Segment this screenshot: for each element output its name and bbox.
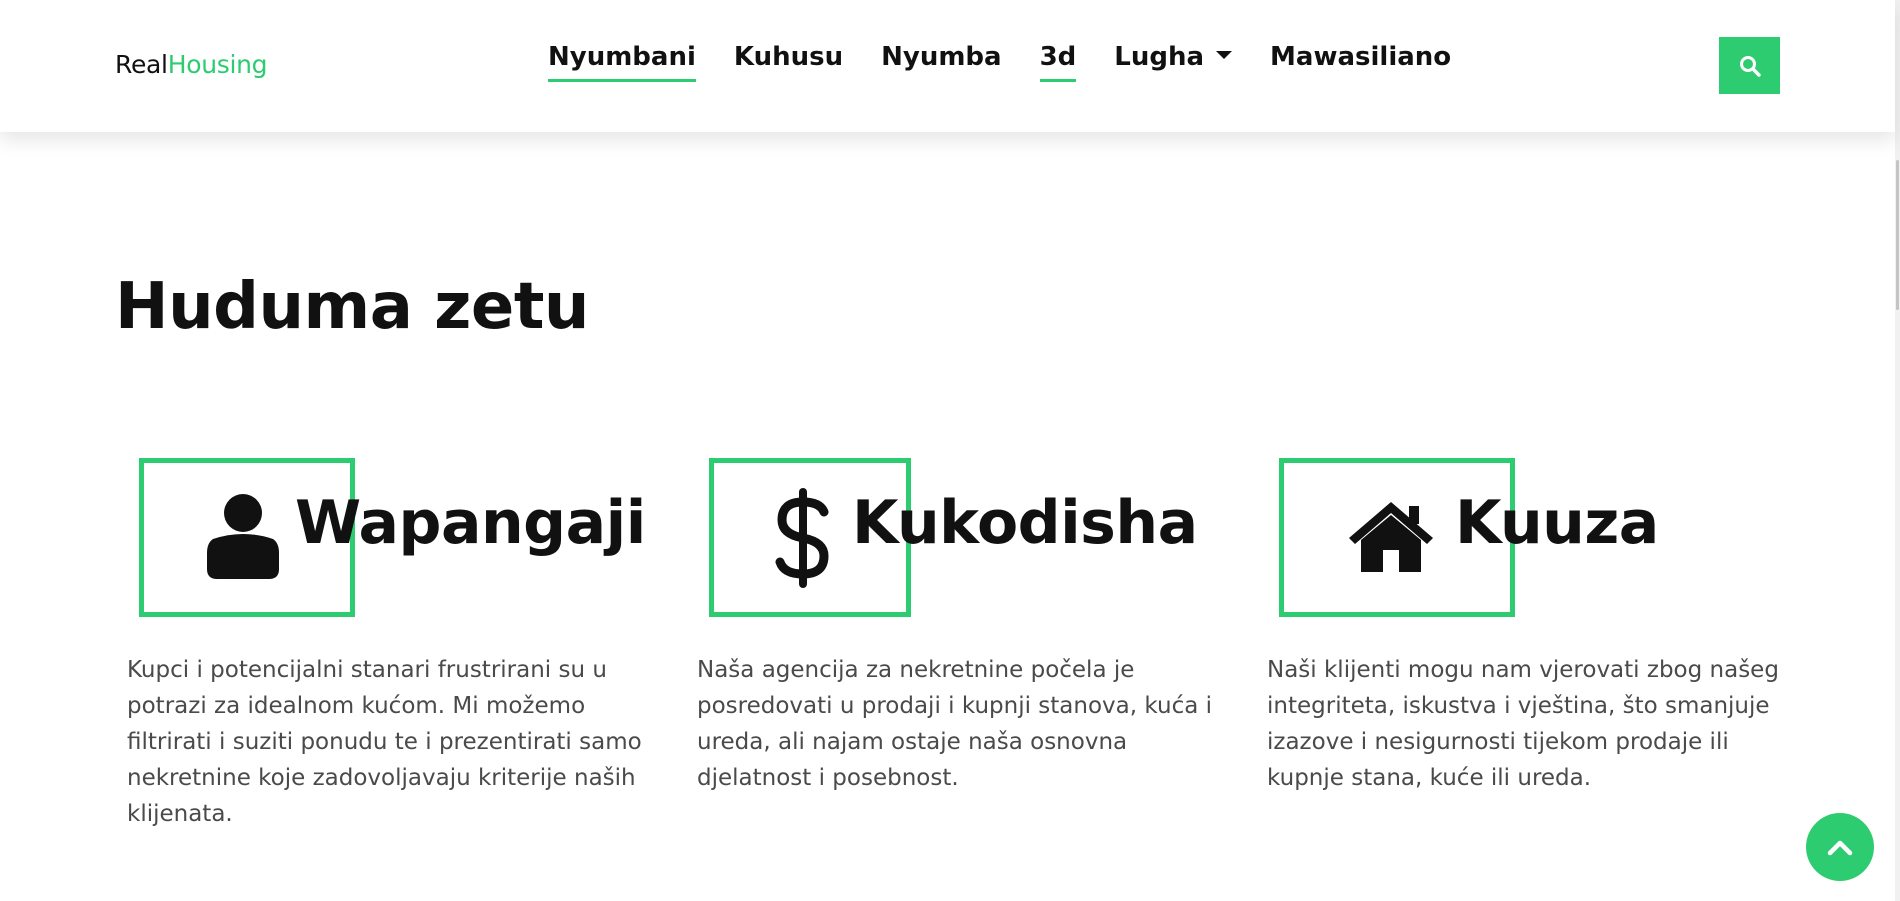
brand-name-part2: Housing	[167, 50, 268, 79]
back-to-top-button[interactable]	[1806, 813, 1874, 881]
scrollbar-track[interactable]	[1895, 0, 1900, 901]
service-title: Kuuza	[1455, 488, 1659, 558]
service-description: Kupci i potencijalni stanari frustrirani…	[127, 657, 642, 827]
search-button[interactable]	[1719, 37, 1780, 94]
nav-item-contact[interactable]: Mawasiliano	[1270, 42, 1451, 82]
caret-down-icon	[1216, 50, 1233, 59]
user-icon	[207, 494, 279, 579]
service-title: Kukodisha	[852, 488, 1198, 558]
section-title: Huduma zetu	[115, 270, 589, 344]
search-icon	[1739, 55, 1761, 77]
chevron-up-icon	[1827, 840, 1853, 856]
main-nav: Nyumbani Kuhusu Nyumba 3d Lugha Mawasili…	[548, 42, 1451, 82]
service-description: Naša agencija za nekretnine počela je po…	[697, 657, 1213, 791]
dollar-icon	[775, 488, 829, 588]
nav-item-language-label: Lugha	[1114, 42, 1205, 72]
scrollbar-thumb[interactable]	[1896, 160, 1899, 310]
nav-item-3d[interactable]: 3d	[1039, 42, 1076, 82]
brand-logo[interactable]: RealHousing	[115, 50, 268, 79]
nav-item-language-dropdown[interactable]: Lugha	[1114, 42, 1233, 82]
nav-item-properties[interactable]: Nyumba	[881, 42, 1001, 82]
nav-item-home[interactable]: Nyumbani	[548, 42, 696, 82]
service-description: Naši klijenti mogu nam vjerovati zbog na…	[1267, 657, 1779, 791]
home-icon	[1349, 502, 1433, 572]
service-title: Wapangaji	[295, 488, 646, 558]
brand-name-part1: Real	[115, 50, 168, 79]
nav-item-about[interactable]: Kuhusu	[734, 42, 843, 82]
site-header: RealHousing Nyumbani Kuhusu Nyumba 3d Lu…	[0, 0, 1895, 132]
